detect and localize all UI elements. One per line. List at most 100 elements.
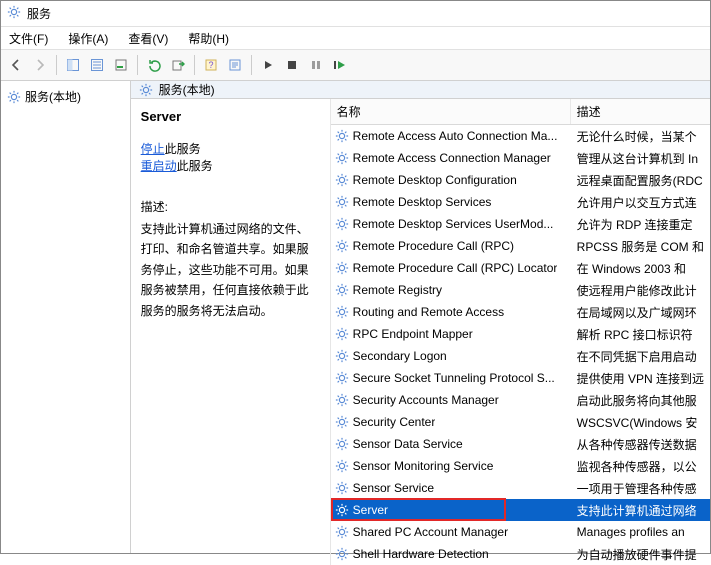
service-name-cell: Remote Registry [331,283,571,297]
gear-icon [335,349,349,363]
stop-button[interactable] [281,54,303,76]
gear-icon [335,437,349,451]
export-button[interactable] [167,54,189,76]
service-row[interactable]: RPC Endpoint Mapper解析 RPC 接口标识符 [331,323,710,345]
service-desc-cell: 启动此服务将向其他服 [571,392,710,409]
gear-icon [335,305,349,319]
props2-button[interactable] [224,54,246,76]
service-name-cell: Sensor Data Service [331,437,571,451]
stop-service-link[interactable]: 停止 [141,142,165,156]
menu-file[interactable]: 文件(F) [5,28,52,49]
service-name-cell: Remote Desktop Services [331,195,571,209]
service-name-cell: Shell Hardware Detection [331,547,571,561]
forward-button[interactable] [29,54,51,76]
restart-service-link[interactable]: 重启动 [141,159,177,173]
gear-icon [335,503,349,517]
service-row[interactable]: Remote Procedure Call (RPC) RPCSS 服务是 COM… [331,235,710,257]
service-name-text: Remote Access Auto Connection Ma... [353,129,558,143]
service-name-text: Sensor Service [353,481,434,495]
menu-help[interactable]: 帮助(H) [184,28,233,49]
service-name-text: Remote Desktop Configuration [353,173,517,187]
restart-button[interactable] [329,54,351,76]
titlebar: 服务 [1,1,710,27]
service-row[interactable]: Security CenterWSCSVC(Windows 安 [331,411,710,433]
menu-action[interactable]: 操作(A) [64,28,112,49]
service-name-cell: RPC Endpoint Mapper [331,327,571,341]
service-desc-cell: 在局域网以及广域网环 [571,304,710,321]
gear-icon [7,5,21,22]
service-row[interactable]: Sensor Service一项用于管理各种传感 [331,477,710,499]
list-body[interactable]: Remote Access Auto Connection Ma...无论什么时… [331,125,710,565]
service-row[interactable]: Remote Access Auto Connection Ma...无论什么时… [331,125,710,147]
service-desc-cell: 允许为 RDP 连接重定 [571,216,710,233]
menu-view[interactable]: 查看(V) [124,28,172,49]
service-row[interactable]: Remote Access Connection Manager管理从这台计算机… [331,147,710,169]
properties-button[interactable] [110,54,132,76]
service-desc-cell: RPCSS 服务是 COM 和 [571,238,710,255]
service-name-cell: Sensor Monitoring Service [331,459,571,473]
gear-icon [335,371,349,385]
gear-icon [335,481,349,495]
service-name-text: Security Accounts Manager [353,393,499,407]
service-row[interactable]: Secure Socket Tunneling Protocol S...提供使… [331,367,710,389]
service-name-cell: Remote Access Connection Manager [331,151,571,165]
right-pane-title: 服务(本地) [159,81,215,98]
separator [251,55,252,75]
gear-icon [335,525,349,539]
gear-icon [335,283,349,297]
detail-service-name: Server [141,109,320,124]
window-title: 服务 [27,5,51,22]
description-label: 描述: [141,198,320,215]
tree-root-label: 服务(本地) [25,88,81,105]
tree-root-item[interactable]: 服务(本地) [3,85,128,108]
service-row[interactable]: Sensor Monitoring Service监视各种传感器，以公 [331,455,710,477]
service-row[interactable]: Remote Desktop Services允许用户以交互方式连 [331,191,710,213]
service-row[interactable]: Security Accounts Manager 启动此服务将向其他服 [331,389,710,411]
service-row[interactable]: Remote Desktop Services UserMod... 允许为 RD… [331,213,710,235]
service-name-cell: Secure Socket Tunneling Protocol S... [331,371,571,385]
column-header-desc[interactable]: 描述 [571,99,710,124]
restart-service-line: 重启动此服务 [141,157,320,174]
service-row[interactable]: Routing and Remote Access在局域网以及广域网环 [331,301,710,323]
service-name-cell: Remote Procedure Call (RPC) [331,239,571,253]
description-body: 支持此计算机通过网络的文件、打印、和命名管道共享。如果服务停止，这些功能不可用。… [141,219,320,321]
service-name-cell: Remote Desktop Services UserMod... [331,217,571,231]
service-desc-cell: 监视各种传感器，以公 [571,458,710,475]
service-row[interactable]: Shell Hardware Detection为自动播放硬件事件提 [331,543,710,565]
service-row[interactable]: Server支持此计算机通过网络 [331,499,710,521]
list-button[interactable] [86,54,108,76]
service-name-text: Security Center [353,415,436,429]
service-name-text: Secure Socket Tunneling Protocol S... [353,371,555,385]
back-button[interactable] [5,54,27,76]
gear-icon [139,83,153,97]
service-desc-cell: 为自动播放硬件事件提 [571,546,710,563]
gear-icon [335,415,349,429]
play-button[interactable] [257,54,279,76]
service-row[interactable]: Remote Desktop Configuration远程桌面配置服务(RDC [331,169,710,191]
menubar: 文件(F) 操作(A) 查看(V) 帮助(H) [1,27,710,49]
detail-button[interactable] [62,54,84,76]
service-row[interactable]: Secondary Logon在不同凭据下启用启动 [331,345,710,367]
service-desc-cell: 管理从这台计算机到 In [571,150,710,167]
gear-icon [335,129,349,143]
service-row[interactable]: Sensor Data Service从各种传感器传送数据 [331,433,710,455]
service-row[interactable]: Remote Registry使远程用户能修改此计 [331,279,710,301]
help-button[interactable]: ? [200,54,222,76]
refresh-button[interactable] [143,54,165,76]
separator [137,55,138,75]
service-desc-cell: 在不同凭据下启用启动 [571,348,710,365]
service-name-text: Server [353,503,388,517]
service-name-text: Remote Procedure Call (RPC) Locator [353,261,558,275]
column-header-name[interactable]: 名称 [331,99,571,124]
gear-icon [335,547,349,561]
service-row[interactable]: Remote Procedure Call (RPC) Locator在 Win… [331,257,710,279]
pause-button[interactable] [305,54,327,76]
service-row[interactable]: Shared PC Account ManagerManages profile… [331,521,710,543]
service-name-cell: Remote Access Auto Connection Ma... [331,129,571,143]
service-name-text: Remote Procedure Call (RPC) [353,239,514,253]
service-name-cell: Shared PC Account Manager [331,525,571,539]
service-desc-cell: 解析 RPC 接口标识符 [571,326,710,343]
service-name-text: Remote Desktop Services UserMod... [353,217,554,231]
gear-icon [7,90,21,104]
service-name-text: Remote Registry [353,283,442,297]
